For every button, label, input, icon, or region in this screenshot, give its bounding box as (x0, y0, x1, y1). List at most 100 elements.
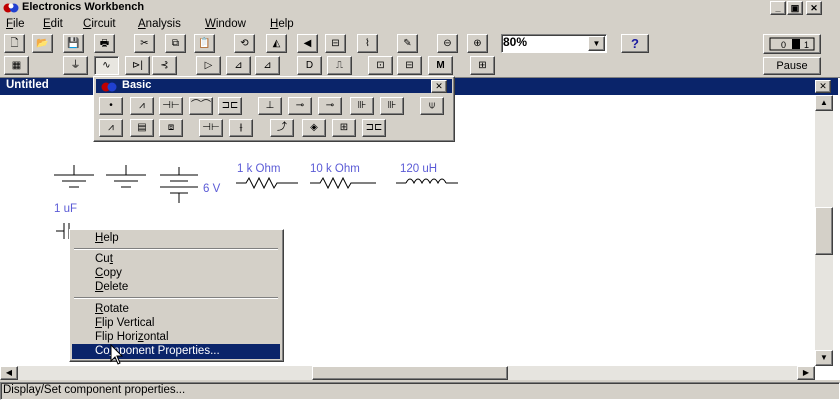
zoom-in-button[interactable]: ⊕ (467, 34, 488, 53)
magnetic-core-part[interactable]: ⊞ (332, 119, 356, 137)
logic-gates-icon: D (305, 60, 314, 71)
current-controlled-switch-part[interactable]: ⊪ (380, 97, 404, 115)
resistor-part[interactable]: ⩘ (130, 97, 154, 115)
menu-analysis[interactable]: Analysis (136, 16, 183, 33)
instruments-bin-button[interactable]: ⊞ (470, 56, 495, 75)
switch-part[interactable]: ⊸ (288, 97, 312, 115)
menu-file[interactable]: File (4, 16, 27, 33)
basic-bin-button[interactable]: ∿ (94, 56, 119, 75)
menu-edit[interactable]: Edit (41, 16, 65, 33)
context-menu-rotate[interactable]: Rotate (72, 302, 280, 317)
new-icon: 🗋 (10, 38, 19, 49)
paste-button[interactable]: 📋 (194, 34, 215, 53)
capacitor-part[interactable]: ⊣⊢ (159, 97, 183, 115)
context-menu-help[interactable]: Help (72, 231, 280, 246)
ground-symbol[interactable] (54, 165, 94, 188)
analog-ics-bin-button[interactable]: ▷ (196, 56, 221, 75)
new-button[interactable]: 🗋 (4, 34, 25, 53)
logic-gates-bin-button[interactable]: D (297, 56, 322, 75)
save-button[interactable]: 💾 (63, 34, 84, 53)
chevron-down-icon[interactable]: ▼ (588, 36, 605, 51)
open-icon: 📂 (36, 38, 49, 49)
component-properties-button[interactable]: ✎ (397, 34, 418, 53)
pause-button[interactable]: Pause (763, 57, 821, 75)
digital-bin-button[interactable]: ⎍ (327, 56, 352, 75)
coreless-coil-part[interactable]: ◈ (302, 119, 326, 137)
menu-help[interactable]: Help (268, 16, 296, 33)
controls-bin-button[interactable]: ⊟ (397, 56, 422, 75)
variable-inductor-part[interactable]: ⤴ (270, 119, 294, 137)
miscellaneous-bin-button[interactable]: M (428, 56, 453, 75)
ground-symbol[interactable] (106, 165, 146, 188)
horizontal-scroll-thumb[interactable] (312, 366, 508, 380)
resistor-pack-part[interactable]: ▤ (130, 119, 154, 137)
context-menu-copy[interactable]: Copy (72, 266, 280, 281)
vertical-scroll-thumb[interactable] (815, 207, 833, 255)
print-icon: 🖶 (99, 38, 110, 49)
cut-button[interactable]: ✂ (134, 34, 155, 53)
scroll-left-button[interactable]: ◀ (0, 366, 18, 380)
restore-button[interactable]: ▣ (787, 1, 803, 15)
context-menu-flip-horizontal[interactable]: Flip Horizontal (72, 330, 280, 345)
resistor-symbol[interactable] (236, 176, 298, 190)
parts-bin-close-button[interactable]: ✕ (431, 80, 447, 93)
battery-symbol[interactable] (160, 167, 198, 203)
nonlinear-transformer-part[interactable]: ⊐⊏ (362, 119, 386, 137)
power-switch[interactable]: 0 1 (763, 34, 821, 54)
magnetic-core-icon: ⊞ (339, 122, 349, 133)
scroll-down-button[interactable]: ▼ (815, 350, 833, 366)
transformer-part[interactable]: ⊐⊏ (218, 97, 242, 115)
connector-part[interactable]: • (99, 97, 123, 115)
mixed-ics-bin-button[interactable]: ⊿ (226, 56, 251, 75)
resistor-pack-icon: ▤ (137, 122, 147, 133)
connector-icon: • (109, 100, 113, 111)
minimize-button[interactable]: _ (770, 1, 786, 15)
zoom-in-icon: ⊕ (473, 38, 482, 49)
relay-part[interactable]: ⊥ (258, 97, 282, 115)
variable-capacitor-part[interactable]: ⫲ (229, 119, 253, 137)
pullup-resistor-part[interactable]: ⍦ (420, 97, 444, 115)
menu-window[interactable]: Window (203, 16, 248, 33)
rotate-button[interactable]: ⟲ (234, 34, 255, 53)
flip-horizontal-button[interactable]: ◭ (266, 34, 287, 53)
sources-bin-button[interactable]: ⏚ (63, 56, 88, 75)
voltage-controlled-analog-switch-part[interactable]: ⧈ (159, 119, 183, 137)
digital-ics-icon: ⊿ (263, 60, 272, 71)
subcircuit-button[interactable]: ⊟ (325, 34, 346, 53)
transistors-bin-button[interactable]: ⊰ (152, 56, 177, 75)
menu-bar (0, 16, 840, 33)
context-menu-component-properties[interactable]: Component Properties... (72, 344, 280, 359)
scroll-up-button[interactable]: ▲ (815, 95, 833, 111)
menu-circuit[interactable]: Circuit (81, 16, 118, 33)
potentiometer-part[interactable]: ⩘ (99, 119, 123, 137)
polarized-capacitor-part[interactable]: ⊣⊢ (199, 119, 223, 137)
context-menu-cut[interactable]: Cut (72, 252, 280, 267)
capacitor-icon: ⊣⊢ (162, 100, 180, 111)
parts-bin-title: Basic (122, 79, 152, 91)
favorites-bin-button[interactable]: ▦ (4, 56, 29, 75)
context-menu-flip-vertical[interactable]: Flip Vertical (72, 316, 280, 331)
time-delay-switch-icon: ⊸ (325, 100, 335, 111)
indicators-bin-button[interactable]: ⊡ (368, 56, 393, 75)
inductor-symbol[interactable] (396, 178, 458, 185)
resistor-symbol[interactable] (310, 176, 376, 190)
resistor-value-label: 1 k Ohm (237, 163, 281, 175)
voltage-controlled-switch-part[interactable]: ⊪ (350, 97, 374, 115)
flip-vertical-button[interactable]: ◀ (297, 34, 318, 53)
graph-button[interactable]: ⌇ (357, 34, 378, 53)
time-delay-switch-part[interactable]: ⊸ (318, 97, 342, 115)
close-button[interactable]: ✕ (806, 1, 822, 15)
scroll-right-button[interactable]: ▶ (797, 366, 815, 380)
diodes-bin-button[interactable]: ⊳| (125, 56, 150, 75)
open-button[interactable]: 📂 (32, 34, 53, 53)
digital-ics-bin-button[interactable]: ⊿ (255, 56, 280, 75)
print-button[interactable]: 🖶 (94, 34, 115, 53)
inductor-part[interactable]: ⌒⌒ (189, 97, 213, 115)
inductor-value-label: 120 uH (400, 163, 438, 175)
context-menu-delete[interactable]: Delete (72, 280, 280, 295)
copy-button[interactable]: ⧉ (165, 34, 186, 53)
transistors-icon: ⊰ (160, 60, 169, 71)
zoom-out-button[interactable]: ⊖ (437, 34, 458, 53)
help-button[interactable]: ? (621, 34, 649, 53)
document-close-button[interactable]: ✕ (815, 80, 831, 93)
